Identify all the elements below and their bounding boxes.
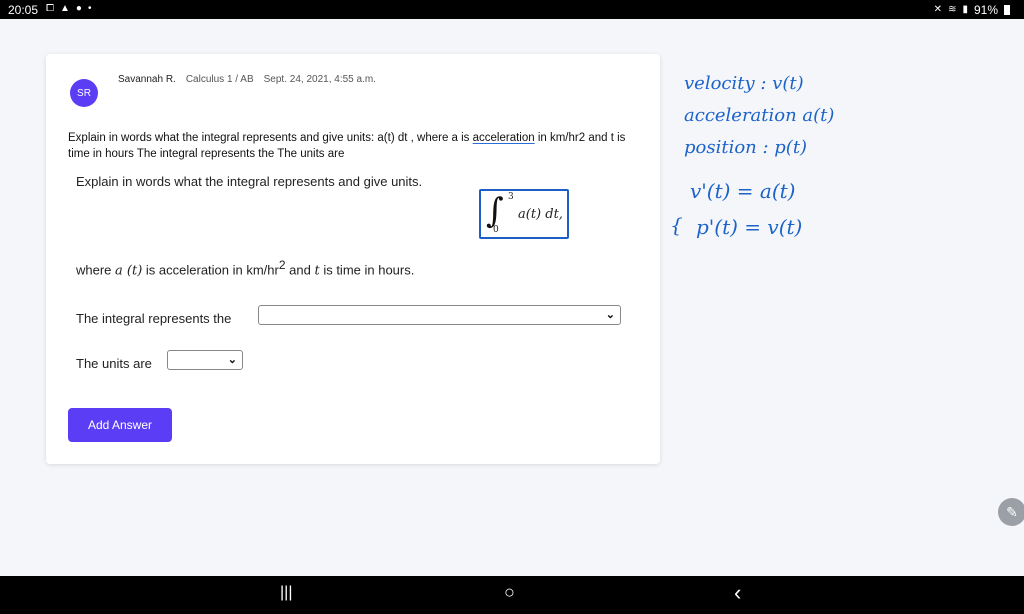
chevron-down-icon: ⌄	[227, 354, 237, 366]
mute-icon: ✕	[933, 4, 943, 15]
note-derivative-v: v'(t) = a(t)	[690, 179, 796, 203]
add-answer-button[interactable]: Add Answer	[68, 408, 172, 442]
status-right: ✕ ≋ ▮ 91%	[934, 3, 1010, 17]
integral-body: a(t) dt,	[518, 207, 563, 222]
author-name[interactable]: Savannah R.	[118, 74, 176, 85]
integral-represents-label: The integral represents the	[76, 311, 232, 326]
where-mid: is acceleration in km/hr	[142, 262, 279, 278]
where-suffix: is time in hours.	[319, 262, 415, 278]
where-and: and	[285, 262, 315, 278]
units-select[interactable]: ⌄	[167, 350, 243, 370]
question-part1: Explain in words what the integral repre…	[68, 132, 473, 144]
status-time: 20:05	[8, 3, 39, 17]
dot-icon: •	[87, 3, 92, 14]
screenshot-icon: ⧠	[46, 3, 54, 14]
question-text: Explain in words what the integral repre…	[68, 130, 643, 162]
integral-upper-limit: 3	[508, 192, 514, 202]
note-acceleration: acceleration a(t)	[684, 105, 835, 126]
main-content: SR Savannah R. Calculus 1 / AB Sept. 24,…	[0, 19, 1024, 576]
problem-heading: Explain in words what the integral repre…	[76, 174, 423, 189]
wifi-icon: ≋	[948, 4, 957, 15]
notification-icons: ⧠ ▲ ● •	[46, 3, 91, 15]
post-meta: Savannah R. Calculus 1 / AB Sept. 24, 20…	[118, 74, 376, 85]
chevron-down-icon: ⌄	[605, 309, 615, 321]
question-highlight[interactable]: acceleration	[473, 132, 535, 144]
note-velocity: velocity : v(t)	[684, 73, 804, 94]
where-prefix: where	[76, 262, 116, 278]
image-icon: ▲	[60, 3, 70, 14]
units-label: The units are	[76, 356, 152, 371]
course-name[interactable]: Calculus 1 / AB	[186, 74, 254, 85]
note-brace: {	[670, 213, 683, 237]
where-a: a (t)	[115, 263, 143, 279]
question-card: SR Savannah R. Calculus 1 / AB Sept. 24,…	[46, 54, 660, 464]
avatar[interactable]: SR	[70, 79, 98, 107]
battery-level: 91%	[973, 3, 998, 17]
status-bar: 20:05 ⧠ ▲ ● • ✕ ≋ ▮ 91%	[0, 0, 1024, 19]
where-exp: 2	[278, 258, 286, 272]
signal-icon: ▮	[962, 4, 968, 15]
note-derivative-p: p'(t) = v(t)	[696, 215, 803, 239]
integral-lower-limit: 0	[493, 225, 499, 235]
home-button[interactable]: ○	[504, 582, 515, 603]
navigation-bar: ||| ○ ‹	[0, 576, 1024, 614]
post-date: Sept. 24, 2021, 4:55 a.m.	[263, 74, 376, 85]
note-position: position : p(t)	[684, 137, 808, 158]
pencil-icon[interactable]: ✎	[998, 498, 1024, 526]
integral-expression: ∫ 3 0 a(t) dt,	[479, 189, 569, 239]
battery-icon	[1004, 5, 1010, 15]
back-button[interactable]: ‹	[734, 580, 741, 606]
integral-meaning-select[interactable]: ⌄	[258, 305, 621, 325]
where-line: where a (t) is acceleration in km/hr2 an…	[76, 258, 414, 278]
messenger-icon: ●	[75, 3, 82, 14]
recent-apps-button[interactable]: |||	[280, 584, 292, 602]
